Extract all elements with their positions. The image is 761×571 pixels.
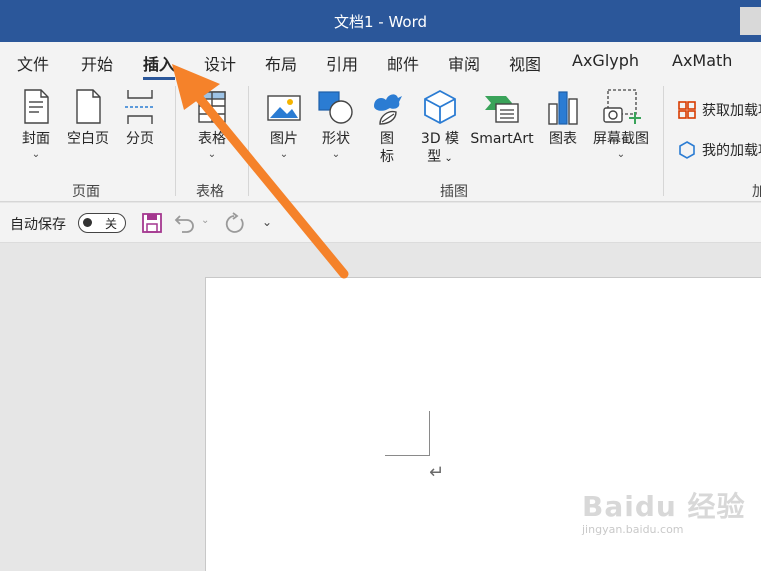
title-bar: 文档1 - Word bbox=[0, 0, 761, 42]
undo-dropdown-icon[interactable]: ⌄ bbox=[201, 215, 209, 226]
smartart-icon bbox=[485, 96, 519, 123]
smartart-label: SmartArt bbox=[470, 131, 534, 147]
page-break-button[interactable]: 分页 bbox=[120, 88, 160, 148]
blank-page-button[interactable]: 空白页 bbox=[63, 88, 113, 148]
pictures-icon bbox=[267, 95, 301, 121]
tab-axglyph[interactable]: AxGlyph bbox=[572, 51, 639, 70]
group-label-pages: 页面 bbox=[72, 184, 100, 200]
autosave-label: 自动保存 bbox=[10, 217, 66, 233]
bar-chart-icon bbox=[548, 91, 578, 125]
addins-icon bbox=[679, 141, 695, 159]
icons-label: 图标 bbox=[380, 131, 394, 165]
margin-corner-mark bbox=[385, 411, 430, 456]
tab-references[interactable]: 引用 bbox=[326, 51, 358, 75]
chevron-down-icon: ⌄ bbox=[331, 149, 341, 160]
blank-page-icon bbox=[76, 89, 101, 124]
group-separator bbox=[248, 86, 249, 196]
tab-view[interactable]: 视图 bbox=[509, 51, 541, 75]
autosave-state: 关 bbox=[105, 217, 118, 231]
pictures-label: 图片 bbox=[270, 131, 298, 147]
ribbon-tab-bar: 文件 开始 插入 设计 布局 引用 邮件 审阅 视图 AxGlyph AxMat… bbox=[0, 42, 761, 80]
get-addins-label: 获取加载项 bbox=[702, 103, 761, 119]
cover-page-button[interactable]: 封面 ⌄ bbox=[14, 88, 58, 160]
customize-toolbar-icon[interactable]: ⌄ bbox=[262, 215, 272, 229]
3d-models-button[interactable]: 3D 模型 ⌄ bbox=[416, 88, 464, 168]
paragraph-mark-icon: ↵ bbox=[429, 462, 445, 483]
chart-button[interactable]: 图表 bbox=[543, 88, 583, 148]
tab-file[interactable]: 文件 bbox=[17, 51, 49, 75]
group-separator bbox=[663, 86, 664, 196]
group-label-tables: 表格 bbox=[196, 184, 224, 200]
tab-design[interactable]: 设计 bbox=[204, 51, 236, 75]
ribbon-panel: 封面 ⌄ 空白页 分页 页面 表格 ⌄ 表格 图片 ⌄ 形状 ⌄ 图 标 3D … bbox=[0, 80, 761, 202]
smartart-button[interactable]: SmartArt bbox=[468, 88, 536, 148]
account-button[interactable] bbox=[740, 7, 761, 35]
my-addins-button[interactable]: 我的加载项 bbox=[677, 140, 761, 160]
table-label: 表格 bbox=[198, 131, 226, 147]
tab-review[interactable]: 审阅 bbox=[448, 51, 480, 75]
tab-insert[interactable]: 插入 bbox=[143, 51, 176, 80]
screenshot-button[interactable]: 屏幕截图 ⌄ bbox=[589, 88, 653, 160]
tab-mailings[interactable]: 邮件 bbox=[387, 51, 419, 75]
group-label-addins: 加 bbox=[752, 184, 761, 200]
my-addins-label: 我的加载项 bbox=[702, 143, 761, 159]
get-addins-button[interactable]: 获取加载项 bbox=[677, 100, 761, 120]
shapes-label: 形状 bbox=[322, 131, 350, 147]
icons-icon bbox=[374, 94, 402, 125]
screenshot-label: 屏幕截图 bbox=[593, 131, 649, 147]
watermark-logo: Baidu 经验 bbox=[582, 490, 746, 523]
window-title: 文档1 - Word bbox=[333, 13, 428, 31]
pictures-button[interactable]: 图片 ⌄ bbox=[264, 88, 304, 160]
toggle-knob bbox=[83, 218, 92, 227]
tab-layout[interactable]: 布局 bbox=[265, 51, 297, 75]
watermark: Baidu 经验 jingyan.baidu.com bbox=[582, 485, 746, 536]
cover-page-icon bbox=[24, 89, 49, 124]
chevron-down-icon: ⌄ bbox=[279, 149, 289, 160]
chart-label: 图表 bbox=[549, 131, 577, 147]
redo-icon[interactable] bbox=[222, 212, 246, 236]
chevron-down-icon: ⌄ bbox=[616, 149, 626, 160]
autosave-toggle[interactable]: 关 bbox=[78, 213, 126, 233]
tab-home[interactable]: 开始 bbox=[81, 51, 113, 75]
icons-button[interactable]: 图标 bbox=[368, 88, 406, 166]
page-break-icon bbox=[125, 90, 155, 124]
shapes-icon bbox=[318, 91, 353, 124]
cover-page-label: 封面 bbox=[22, 131, 50, 147]
watermark-url: jingyan.baidu.com bbox=[582, 523, 684, 536]
save-icon[interactable] bbox=[141, 212, 163, 234]
table-button[interactable]: 表格 ⌄ bbox=[192, 88, 232, 160]
screenshot-icon bbox=[603, 89, 641, 124]
tab-axmath[interactable]: AxMath bbox=[672, 51, 732, 70]
3d-model-icon bbox=[424, 89, 456, 125]
chevron-down-icon: ⌄ bbox=[207, 149, 217, 160]
blank-page-label: 空白页 bbox=[67, 131, 109, 147]
chevron-down-icon: ⌄ bbox=[31, 149, 41, 160]
quick-access-toolbar: 自动保存 关 ⌄ ⌄ bbox=[0, 203, 761, 243]
table-icon bbox=[198, 91, 226, 123]
shapes-button[interactable]: 形状 ⌄ bbox=[316, 88, 356, 160]
group-separator bbox=[175, 86, 176, 196]
store-icon bbox=[678, 101, 696, 119]
3d-models-label: 3D 模型 ⌄ bbox=[420, 131, 460, 165]
group-label-illustrations: 插图 bbox=[440, 184, 468, 200]
page-break-label: 分页 bbox=[126, 131, 154, 147]
undo-icon[interactable] bbox=[174, 212, 196, 234]
